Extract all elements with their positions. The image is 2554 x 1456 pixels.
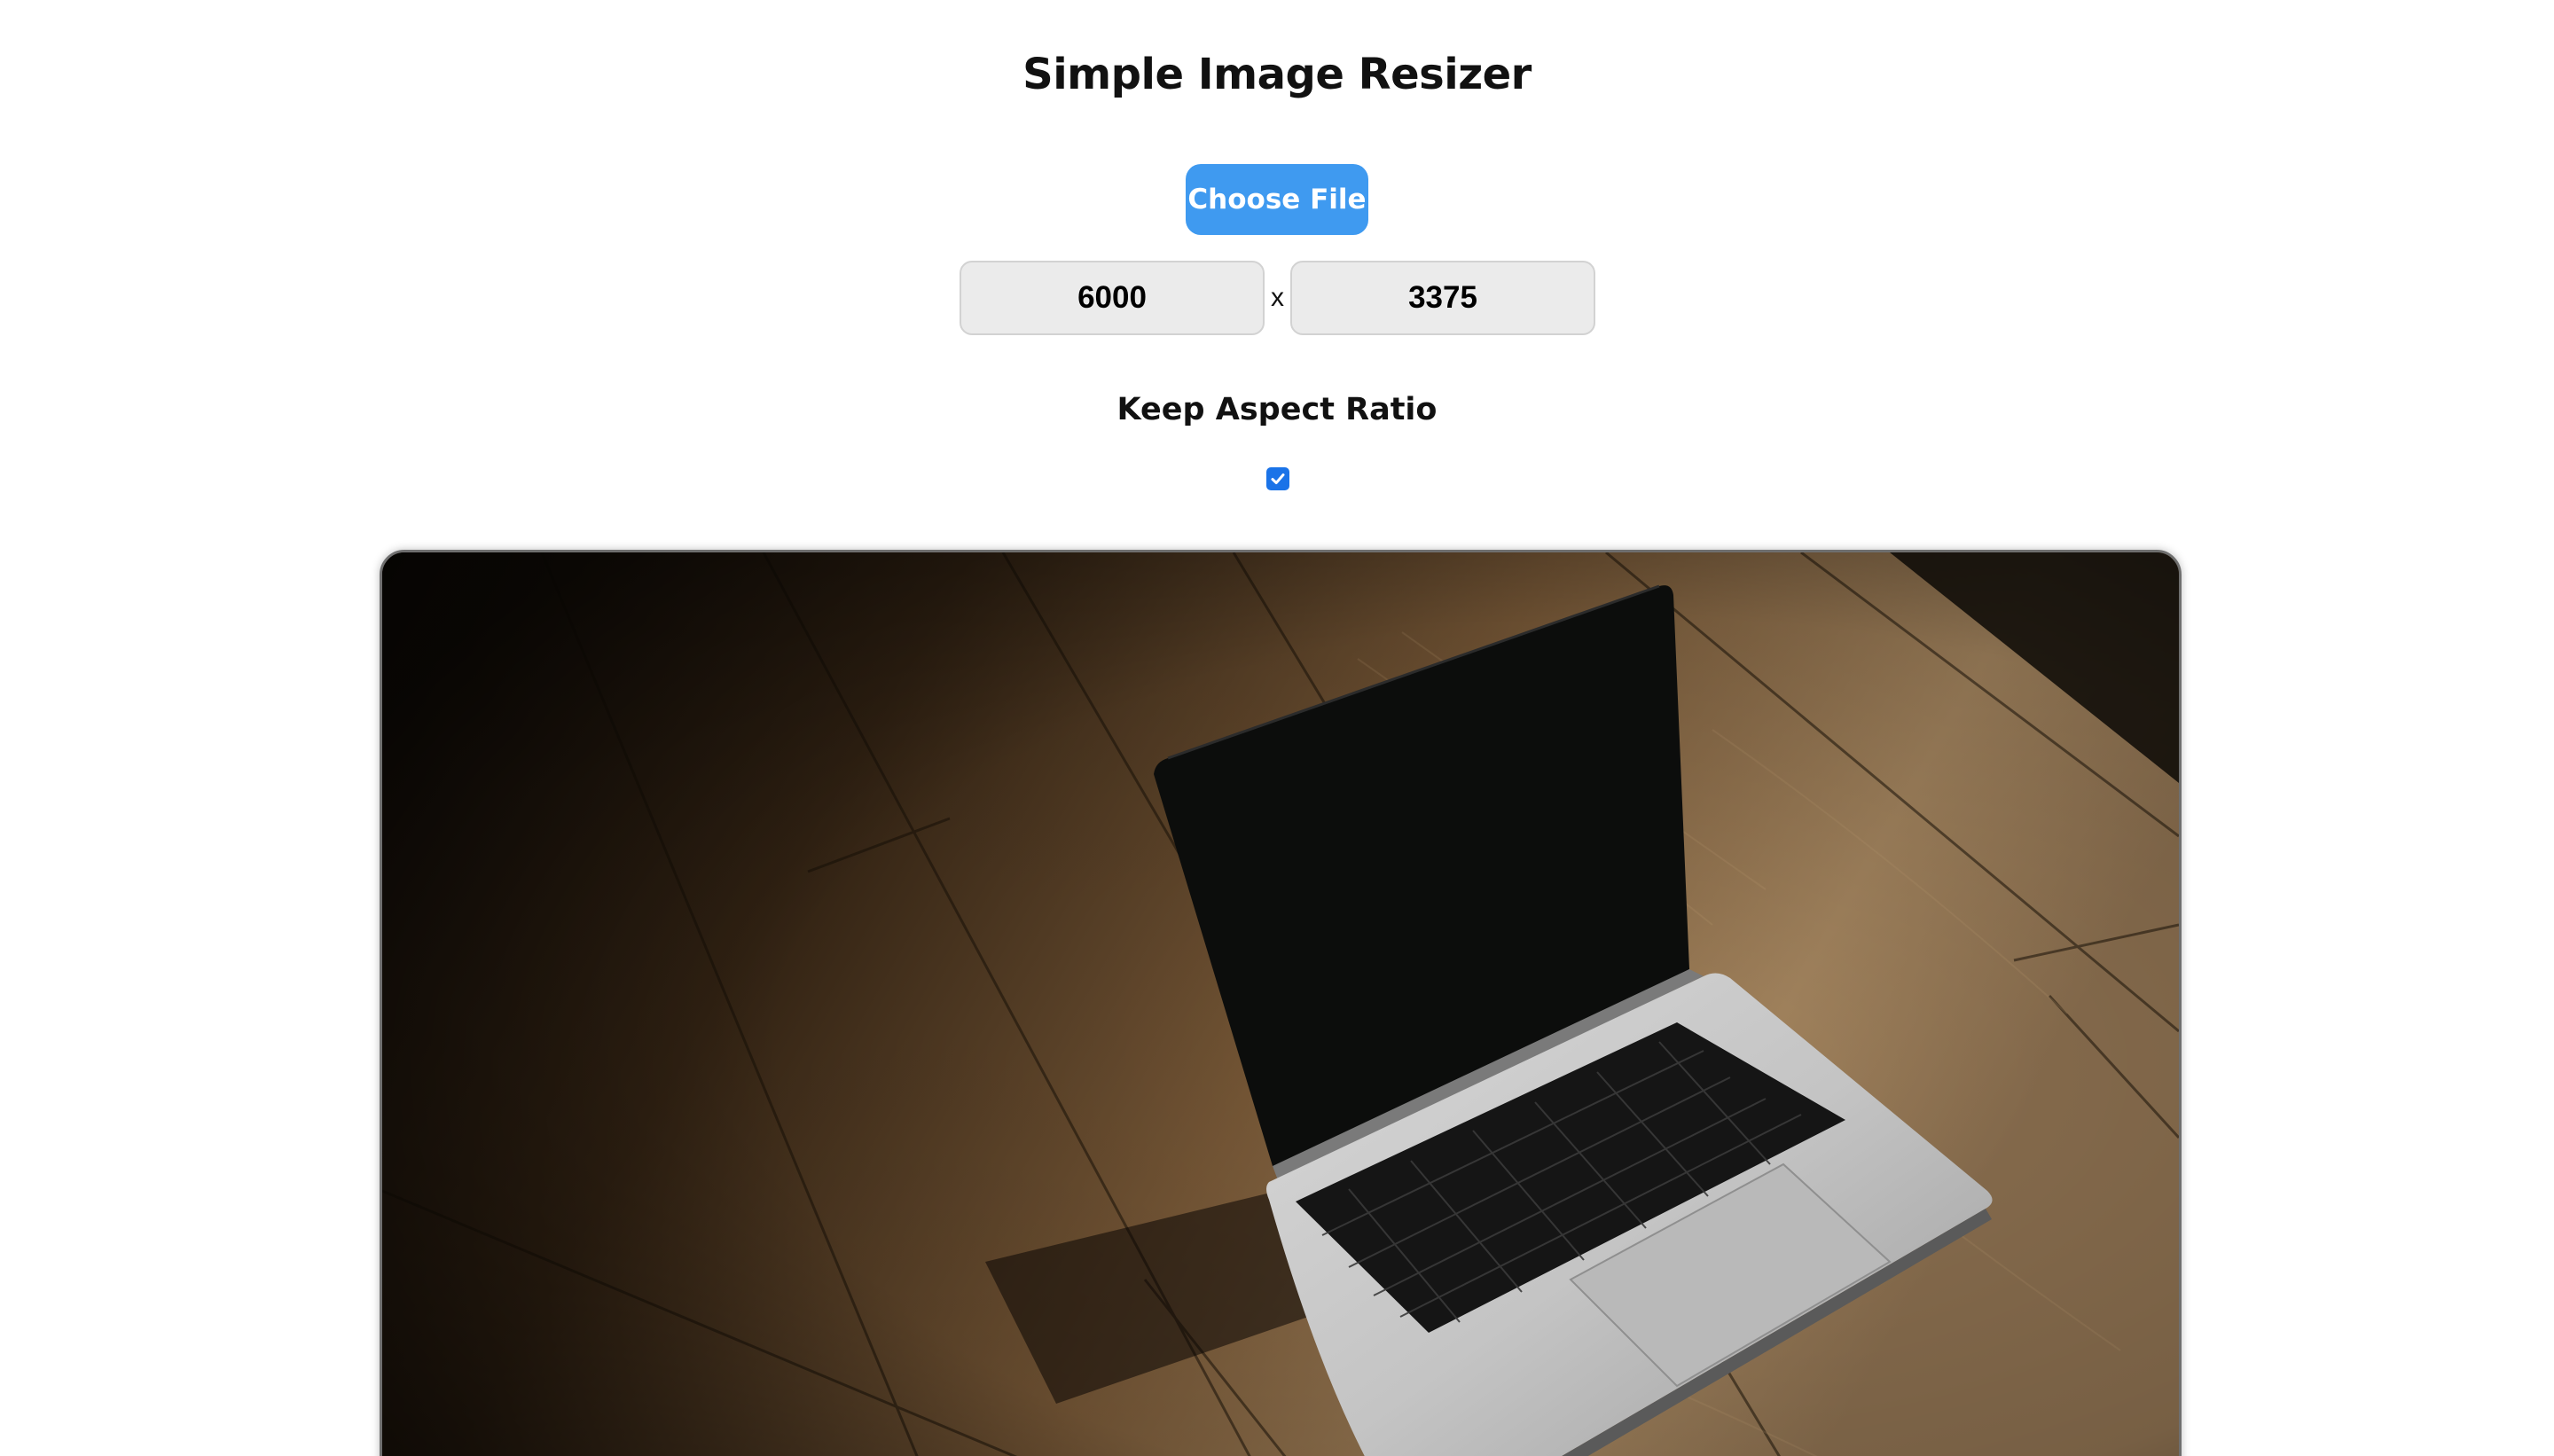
dimension-separator: x bbox=[1271, 283, 1284, 312]
keep-aspect-ratio-checkbox[interactable] bbox=[1266, 467, 1289, 490]
preview-photo bbox=[382, 552, 2179, 1456]
checkmark-icon bbox=[1271, 474, 1285, 484]
keep-aspect-ratio-label: Keep Aspect Ratio bbox=[1116, 392, 1438, 427]
choose-file-button[interactable]: Choose File bbox=[1186, 164, 1368, 235]
page-title: Simple Image Resizer bbox=[1022, 50, 1532, 99]
image-preview bbox=[380, 550, 2182, 1456]
height-input[interactable] bbox=[1290, 261, 1595, 335]
width-input[interactable] bbox=[960, 261, 1265, 335]
